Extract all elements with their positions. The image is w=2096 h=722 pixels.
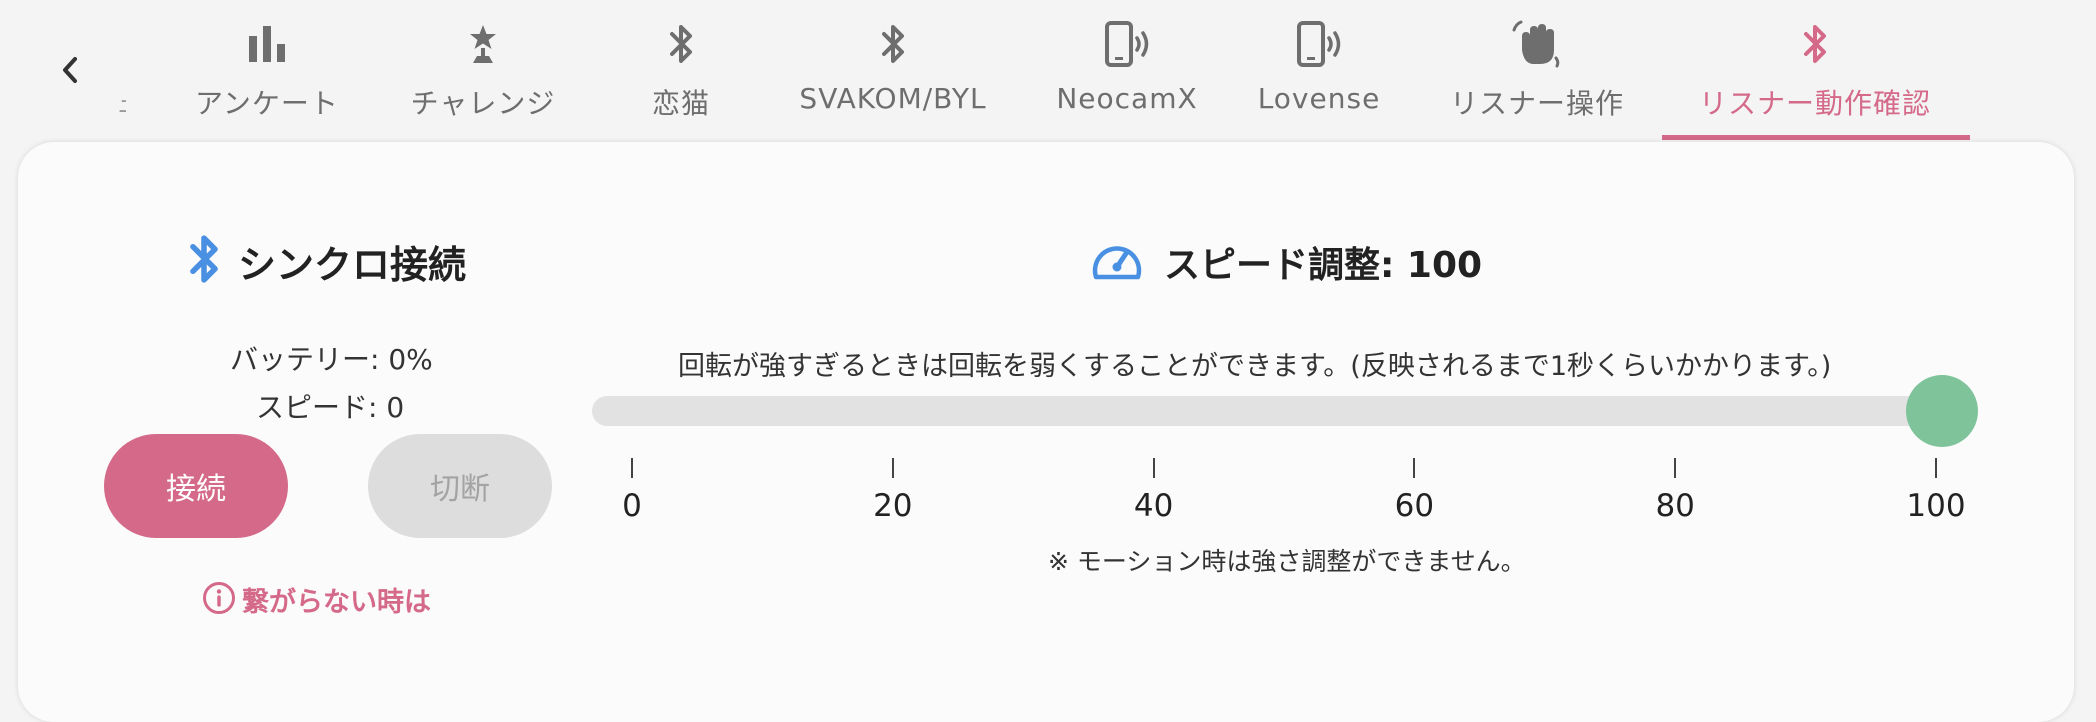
back-arrow-icon[interactable]	[52, 50, 88, 90]
phone-vibrate-icon	[1101, 20, 1153, 68]
speed-description: 回転が強すぎるときは回転を弱くすることができます。(反映されるまで1秒くらいかか…	[678, 351, 1832, 382]
speedometer-icon	[1090, 237, 1144, 287]
slider-tick-label: 80	[1655, 488, 1695, 524]
connection-help-link[interactable]: 繋がらない時は	[202, 580, 431, 619]
tab-label: SVAKOM/BYL	[799, 82, 987, 115]
slider-tick	[1413, 458, 1416, 478]
speed-title: スピード調整: 100	[1164, 245, 1483, 286]
trophy-icon	[457, 20, 509, 68]
connect-button[interactable]: 接続	[104, 434, 288, 538]
tab-lovense[interactable]: Lovense	[1244, 0, 1394, 140]
slider-tick	[631, 458, 633, 478]
disconnect-button: 切断	[368, 434, 552, 538]
content-card	[18, 142, 2074, 722]
tab-listener-check[interactable]: リスナー動作確認	[1699, 0, 1930, 140]
tab-label: リスナー動作確認	[1698, 87, 1932, 120]
bar-chart-icon	[241, 20, 293, 68]
bluetooth-icon	[655, 20, 707, 68]
motion-note: ※ モーション時は強さ調整ができません。	[1048, 547, 1526, 576]
slider-tick-label: 20	[873, 488, 913, 524]
bluetooth-icon	[1789, 20, 1841, 68]
slider-tick	[1935, 458, 1937, 478]
clipped-tab-fragment: ュ	[116, 84, 126, 119]
speed-slider-thumb[interactable]	[1906, 375, 1978, 447]
tab-neocamx[interactable]: NeocamX	[1052, 0, 1202, 140]
bluetooth-icon	[184, 232, 224, 290]
waving-hand-icon	[1511, 20, 1563, 68]
slider-tick-label: 0	[622, 488, 642, 524]
tab-label: リスナー操作	[1449, 87, 1625, 120]
connection-title: シンクロ接続	[238, 242, 467, 287]
tab-label: 恋猫	[651, 87, 711, 120]
tab-label: チャレンジ	[410, 87, 556, 120]
tab-label: NeocamX	[1056, 82, 1198, 115]
slider-tick	[1674, 458, 1677, 478]
tab-svakom[interactable]: SVAKOM/BYL	[799, 0, 986, 140]
slider-tick-label: 60	[1394, 488, 1435, 524]
tab-label: Lovense	[1257, 82, 1381, 115]
speed-slider-track[interactable]	[592, 396, 1942, 426]
slider-tick-label: 100	[1906, 488, 1966, 524]
help-label: 繋がらない時は	[242, 587, 431, 618]
info-icon	[202, 581, 236, 619]
tab-koineko[interactable]: 恋猫	[606, 0, 756, 140]
tab-challenge[interactable]: チャレンジ	[408, 0, 558, 140]
connection-header: シンクロ接続	[184, 232, 466, 290]
tab-survey[interactable]: アンケート	[192, 0, 342, 140]
slider-tick	[1152, 458, 1155, 478]
tab-listener-control[interactable]: リスナー操作	[1450, 0, 1623, 140]
speed-header: スピード調整: 100	[1090, 236, 1482, 288]
phone-vibrate-icon	[1293, 20, 1345, 68]
slider-tick-label: 40	[1133, 488, 1174, 524]
tab-label: アンケート	[195, 87, 339, 120]
tab-bar: ュ アンケート チャレンジ 恋猫 SVAKOM/BYL NeocamX	[0, 0, 2096, 140]
slider-tick	[891, 458, 894, 478]
speed-status: スピード: 0	[256, 391, 405, 424]
battery-status: バッテリー: 0%	[230, 343, 433, 376]
active-tab-indicator	[1662, 135, 1970, 140]
bluetooth-icon	[867, 20, 919, 68]
